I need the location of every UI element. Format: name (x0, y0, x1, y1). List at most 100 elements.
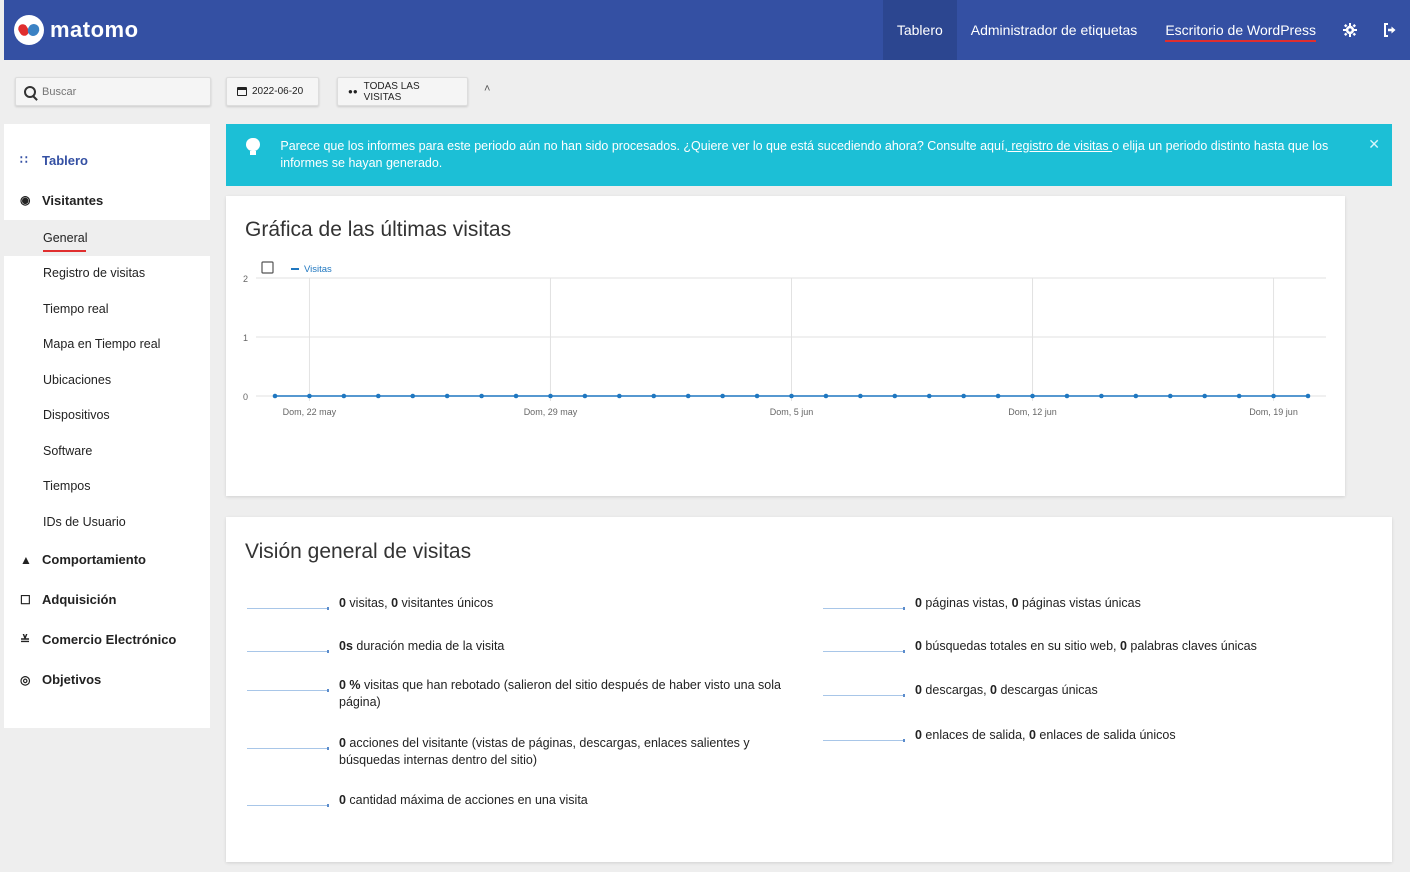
sidebar-subitem-dispositivos[interactable]: Dispositivos (4, 398, 210, 434)
metric-row: 0 descargas, 0 descargas únicas (823, 682, 1383, 699)
sparkline[interactable] (823, 638, 905, 653)
data-point (376, 393, 381, 399)
sidebar-item-adquisicion[interactable]: ☐ Adquisición (4, 580, 210, 620)
sidebar-item-tablero[interactable]: ∷ Tablero (4, 140, 210, 180)
metric-value: 0 (1028, 728, 1036, 742)
metric-value: 0 (339, 596, 346, 610)
metric-label: visitas, (345, 596, 392, 610)
nav-tablero[interactable]: Tablero (882, 0, 957, 60)
nav-wordpress-dashboard[interactable]: Escritorio de WordPress (1151, 0, 1330, 60)
data-point (307, 393, 312, 399)
metric-text: 0s duración media de la visita (339, 638, 807, 655)
search-icon (24, 85, 36, 98)
sidebar-subitem-mapa[interactable]: Mapa en Tiempo real (4, 327, 210, 363)
top-nav: Tablero Administrador de etiquetas Escri… (882, 0, 1410, 60)
cart-icon: ≚ (20, 632, 31, 647)
data-point (548, 393, 553, 399)
sparkline[interactable] (823, 682, 905, 697)
sparkline[interactable] (823, 595, 905, 610)
sidebar-item-label: Adquisición (42, 592, 117, 607)
sparkline[interactable] (823, 727, 905, 742)
close-icon[interactable]: ✕ (1368, 136, 1380, 153)
sidebar-item-visitantes[interactable]: ◉ Visitantes (4, 180, 210, 220)
sidebar-subitem-tiempos[interactable]: Tiempos (4, 469, 210, 505)
sidebar: ∷ Tablero ◉ Visitantes General Registro … (4, 124, 210, 728)
data-point (1099, 393, 1104, 399)
calendar-icon (237, 87, 247, 96)
sparkline[interactable] (247, 792, 329, 807)
metric-label: enlaces de salida únicos (1035, 728, 1176, 742)
legend-label: Visitas (304, 264, 332, 275)
sparkline[interactable] (247, 638, 329, 653)
square-icon: ☐ (20, 592, 31, 607)
sidebar-subitem-ids-usuario[interactable]: IDs de Usuario (4, 504, 210, 540)
data-point (272, 393, 278, 399)
metric-label: visitantes únicos (398, 596, 494, 610)
metric-row: 0 enlaces de salida, 0 enlaces de salida… (823, 727, 1383, 744)
sidebar-item-comportamiento[interactable]: ▲ Comportamiento (4, 540, 210, 580)
data-point (617, 393, 622, 399)
x-tick-label: Dom, 12 jun (1008, 407, 1057, 417)
data-point (1064, 393, 1070, 399)
data-point (892, 393, 898, 399)
sidebar-subitem-tiempo-real[interactable]: Tiempo real (4, 291, 210, 327)
sparkline[interactable] (247, 735, 329, 750)
x-tick-label: Dom, 22 may (283, 407, 337, 417)
segment-selector[interactable]: ●● TODAS LAS VISITAS (337, 77, 468, 106)
metric-text: 0 búsquedas totales en su sitio web, 0 p… (915, 638, 1375, 655)
top-bar: matomo Tablero Administrador de etiqueta… (4, 0, 1410, 60)
metric-row: 0 cantidad máxima de acciones en una vis… (247, 792, 807, 809)
metric-value: 0 (339, 793, 346, 807)
visits-chart[interactable]: 0 1 2 Dom, 22 may Dom, 29 may Dom, 5 jun Dom, … (226, 196, 1345, 496)
data-point (410, 393, 416, 399)
metric-value: 0 (339, 736, 346, 750)
users-icon: ●● (348, 87, 358, 96)
matomo-logo[interactable]: matomo (14, 15, 139, 45)
lightbulb-icon (246, 138, 261, 156)
sidebar-item-label: Objetivos (42, 672, 102, 687)
metric-value: 0 (1120, 639, 1127, 653)
data-point (1271, 393, 1276, 399)
sidebar-item-label: Comportamiento (42, 552, 146, 567)
metric-text: 0 acciones del visitante (vistas de pági… (339, 735, 807, 769)
binoculars-icon: ◉ (20, 193, 31, 207)
visits-overview-card: Visión general de visitas 0 visitas, 0 v… (226, 517, 1392, 862)
metric-value: 0 (915, 596, 922, 610)
nav-tag-manager[interactable]: Administrador de etiquetas (957, 0, 1152, 60)
card-title: Visión general de visitas (245, 540, 472, 563)
metric-label: enlaces de salida, (921, 728, 1029, 742)
metric-label: duración media de la visita (352, 639, 505, 653)
sidebar-subitem-software[interactable]: Software (4, 433, 210, 469)
sidebar-item-objetivos[interactable]: ◎ Objetivos (4, 660, 210, 700)
date-selector[interactable]: 2022-06-20 (226, 77, 319, 106)
metric-label: palabras claves únicas (1126, 639, 1257, 653)
sidebar-subitem-general[interactable]: General (4, 220, 210, 256)
data-point (720, 393, 725, 399)
sign-out-icon[interactable] (1370, 0, 1410, 60)
sidebar-subitem-ubicaciones[interactable]: Ubicaciones (4, 362, 210, 398)
metric-row: 0 visitas, 0 visitantes únicos (247, 595, 807, 612)
metric-text: 0 enlaces de salida, 0 enlaces de salida… (915, 727, 1375, 744)
grid-icon: ∷ (20, 153, 28, 167)
sidebar-item-comercio[interactable]: ≚ Comercio Electrónico (4, 620, 210, 660)
data-point (1305, 393, 1311, 399)
sidebar-subitem-registro[interactable]: Registro de visitas (4, 256, 210, 292)
sparkline[interactable] (247, 677, 329, 692)
visits-log-link[interactable]: , registro de visitas (1004, 139, 1112, 153)
metric-value: 0 (1011, 596, 1019, 610)
data-point (685, 393, 691, 399)
collapse-chevron-icon[interactable]: ˄ (484, 83, 490, 95)
sidebar-item-label: Comercio Electrónico (42, 632, 177, 647)
visits-graph-card: Gráfica de las últimas visitas 0 1 2 Dom, 2… (226, 196, 1345, 496)
data-point (1236, 393, 1242, 399)
data-point (926, 393, 932, 399)
x-tick-label: Dom, 19 jun (1249, 407, 1298, 417)
sparkline[interactable] (247, 595, 329, 610)
search-input[interactable] (42, 85, 192, 98)
data-point (444, 393, 450, 399)
x-tick-label: Dom, 29 may (524, 407, 578, 417)
gear-icon[interactable] (1330, 0, 1370, 60)
search-box[interactable] (15, 77, 211, 106)
data-point (858, 393, 863, 399)
bell-icon: ▲ (20, 552, 32, 567)
